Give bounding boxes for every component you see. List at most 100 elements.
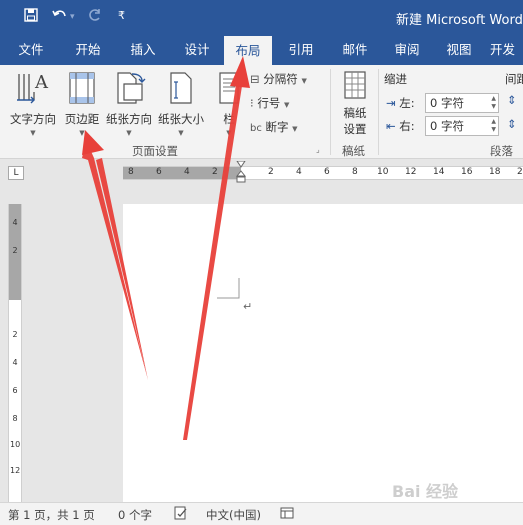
text-direction-label: 文字方向 (10, 112, 56, 126)
save-icon[interactable] (24, 8, 38, 26)
spin-up-icon[interactable]: ▲ (491, 118, 496, 126)
ruler-tick-label: 20 (517, 167, 523, 177)
dialog-launcher-icon[interactable]: ⌟ (316, 145, 320, 154)
ruler-tick-label: 16 (461, 167, 473, 177)
watermark: Bai 经验 (392, 482, 459, 501)
line-numbers-button[interactable]: ⁝ 行号 ▼ (250, 95, 289, 111)
page-setup-group-label: 页面设置 (132, 144, 178, 158)
window-title: 新建 Microsoft Word 文 (396, 13, 523, 28)
dropdown-arrow-icon: ▼ (79, 129, 85, 137)
paragraph-group-label: 段落 (490, 144, 513, 158)
spin-down-icon[interactable]: ▼ (491, 126, 496, 134)
tab-insert[interactable]: 插入 (116, 34, 170, 65)
ruler-tick-label: 10 (377, 167, 389, 177)
tab-selector[interactable]: L (8, 166, 24, 180)
dropdown-arrow-icon: ▼ (283, 101, 290, 109)
indent-title: 缩进 (384, 72, 407, 86)
tab-file[interactable]: 文件 (4, 34, 58, 65)
tab-mailings[interactable]: 邮件 (328, 34, 382, 65)
status-bar: 第 1 页，共 1 页 0 个字 中文(中国) (0, 502, 523, 525)
spacing-before-icon: ⇕ (507, 93, 517, 107)
spacing-after-icon: ⇕ (507, 117, 517, 131)
ruler-tick-label: 18 (489, 167, 501, 177)
spacing-title: 间距 (505, 72, 523, 86)
columns-button[interactable]: 栏 ▼ (214, 70, 244, 137)
manuscript-icon (336, 70, 374, 103)
indent-right-label: ⇤ 右: (386, 119, 415, 133)
word-count[interactable]: 0 个字 (118, 507, 152, 523)
ruler-tick-label: 2 (12, 330, 18, 339)
ruler-tick-label: 6 (156, 167, 162, 177)
orientation-icon (104, 70, 154, 109)
manuscript-label-line1: 稿纸 (343, 106, 367, 120)
manuscript-settings-button[interactable]: 稿纸 设置 (336, 70, 374, 137)
dropdown-arrow-icon: ▼ (292, 125, 298, 133)
breaks-icon: ⊟ (250, 72, 260, 86)
ruler-tick-label: 6 (324, 167, 330, 177)
macro-record-icon[interactable] (280, 506, 294, 523)
dropdown-arrow-icon: ▼ (126, 129, 132, 137)
tab-references[interactable]: 引用 (274, 34, 328, 65)
indent-left-input[interactable]: 0 字符 ▲ ▼ (425, 93, 499, 113)
tab-developer[interactable]: 开发 (490, 34, 523, 65)
title-bar: ▾ ₹ 新建 Microsoft Word 文 (0, 0, 523, 34)
ruler-tick-label: 4 (296, 167, 302, 177)
page-count[interactable]: 第 1 页，共 1 页 (8, 507, 95, 523)
language-indicator[interactable]: 中文(中国) (206, 507, 261, 523)
orientation-button[interactable]: 纸张方向 ▼ (104, 70, 154, 137)
line-numbers-label: 行号 (257, 96, 281, 110)
redo-icon[interactable] (86, 8, 102, 26)
text-direction-button[interactable]: A 文字方向 ▼ (6, 70, 60, 137)
hyphenation-button[interactable]: bc 断字 ▼ (250, 119, 298, 135)
tab-design[interactable]: 设计 (170, 34, 224, 65)
ruler-tick-label: 12 (405, 167, 417, 177)
spin-down-icon[interactable]: ▼ (491, 103, 496, 111)
breaks-button[interactable]: ⊟ 分隔符 ▼ (250, 71, 307, 87)
svg-text:A: A (34, 72, 49, 93)
size-icon (156, 70, 206, 109)
group-separator (378, 69, 379, 155)
margins-icon (62, 70, 102, 109)
proofing-icon[interactable] (174, 506, 188, 523)
dropdown-arrow-icon: ▼ (301, 77, 307, 85)
group-separator (330, 69, 331, 155)
customize-toolbar-icon[interactable]: ₹ (118, 9, 125, 22)
spin-up-icon[interactable]: ▲ (491, 95, 496, 103)
indent-left-icon: ⇥ (386, 96, 396, 110)
tab-review[interactable]: 审阅 (382, 34, 432, 65)
tab-layout[interactable]: 布局 (224, 36, 272, 65)
margins-label: 页边距 (64, 112, 100, 126)
dropdown-arrow-icon: ▼ (178, 129, 184, 137)
indent-marker-icon[interactable] (235, 160, 247, 186)
ruler-tick-label: 12 (10, 466, 21, 475)
dropdown-arrow-icon: ▼ (226, 129, 232, 137)
ruler-tick-label: 8 (352, 167, 358, 177)
vertical-ruler[interactable]: 4 2 2 4 6 8 10 12 (8, 204, 22, 502)
orientation-label: 纸张方向 (106, 112, 152, 126)
indent-left-label: ⇥ 左: (386, 96, 415, 110)
ruler-tick-label: 4 (12, 358, 18, 367)
ruler-margin-shade (123, 167, 241, 179)
ribbon-tabs: 文件 开始 插入 设计 布局 引用 邮件 审阅 视图 开发 (0, 34, 523, 65)
document-page[interactable]: ↵ (123, 204, 523, 502)
tab-home[interactable]: 开始 (60, 34, 116, 65)
tab-view[interactable]: 视图 (434, 34, 484, 65)
hyphenation-label: 断字 (265, 120, 289, 134)
manuscript-label-line2: 设置 (343, 122, 367, 136)
document-area: 4 2 2 4 6 8 10 12 ↵ (0, 186, 523, 502)
undo-icon[interactable] (52, 8, 68, 26)
horizontal-ruler[interactable]: 8 6 4 2 2 4 6 8 10 12 14 16 18 20 (123, 160, 523, 183)
ruler-tick-label: 8 (128, 167, 134, 177)
breaks-label: 分隔符 (263, 72, 298, 86)
line-numbers-icon: ⁝ (250, 96, 254, 110)
size-button[interactable]: 纸张大小 ▼ (156, 70, 206, 137)
text-direction-icon: A (6, 70, 60, 109)
indent-right-icon: ⇤ (386, 119, 396, 133)
margins-button[interactable]: 页边距 ▼ (62, 70, 102, 137)
margin-corner-mark (217, 278, 240, 299)
ruler-tick-label: 10 (10, 440, 21, 449)
undo-dropdown-icon[interactable]: ▾ (70, 12, 75, 22)
indent-right-input[interactable]: 0 字符 ▲ ▼ (425, 116, 499, 136)
ruler-tick-label: 14 (433, 167, 445, 177)
ruler-row: L 8 6 4 2 2 4 6 8 10 12 14 16 18 20 (0, 160, 523, 186)
